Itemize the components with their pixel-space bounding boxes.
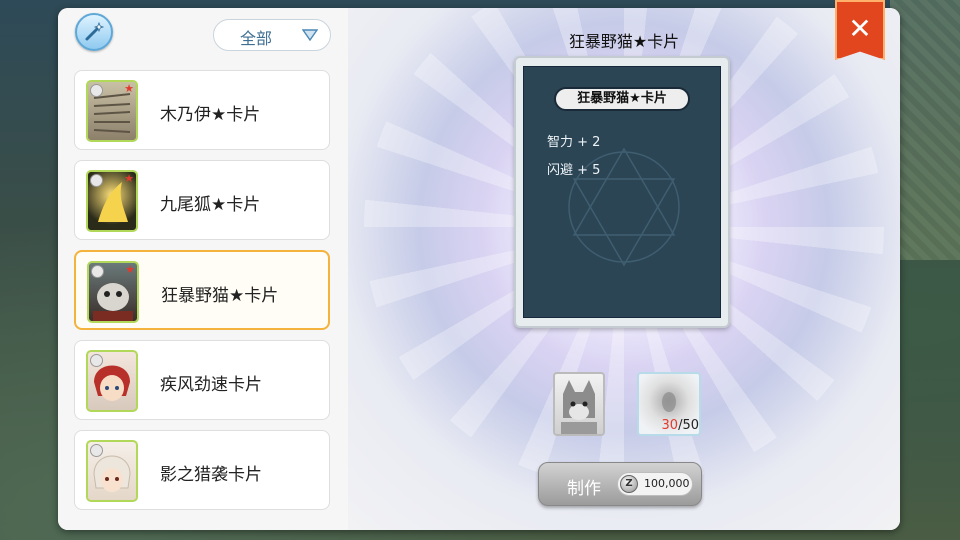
wild-cat-grey-portrait — [561, 380, 597, 434]
material-card-slot[interactable] — [553, 372, 605, 436]
card-star-icon: ★ — [125, 263, 135, 276]
element-icon — [90, 444, 103, 457]
zeny-coin-icon: Z — [620, 475, 638, 493]
nine-tail-fox-portrait: ★ — [86, 170, 138, 232]
magic-wand-button[interactable] — [75, 13, 113, 51]
close-icon: ✕ — [848, 12, 872, 45]
card-list-item-label: 影之猎袭卡片 — [160, 465, 262, 485]
element-icon — [91, 265, 104, 278]
card-list-pane: 全部 ★ 木乃伊★卡片 ★ 九尾狐★卡片 ★ 狂暴野猫★卡片 疾风劲速卡片 影之… — [58, 8, 348, 530]
close-button[interactable]: ✕ — [835, 0, 885, 60]
element-icon — [90, 84, 103, 97]
material-need: 50 — [682, 418, 699, 433]
card-list-item-nine-tail-fox[interactable]: ★ 九尾狐★卡片 — [74, 160, 330, 240]
card-star-icon: ★ — [124, 172, 134, 185]
card-list-item-shadow-hunt[interactable]: 影之猎袭卡片 — [74, 430, 330, 510]
filter-dropdown[interactable]: 全部 — [213, 19, 331, 51]
wild-cat-portrait: ★ — [87, 261, 139, 323]
white-hair-portrait — [86, 440, 138, 502]
craft-cost-value: 100,000 — [644, 477, 690, 490]
card-list-item-label: 疾风劲速卡片 — [160, 375, 262, 395]
card-list-item-label: 木乃伊★卡片 — [160, 105, 261, 125]
craft-cost: Z 100,000 — [617, 472, 693, 496]
material-count: 30/50 — [639, 418, 699, 433]
element-icon — [90, 354, 103, 367]
background-tiles — [890, 0, 960, 260]
card-star-icon: ★ — [124, 82, 134, 95]
material-shard-slot[interactable]: 30/50 — [637, 372, 701, 436]
chevron-down-icon — [302, 29, 318, 41]
mummy-portrait: ★ — [86, 80, 138, 142]
material-have: 30 — [661, 418, 679, 433]
card-list-item-label: 狂暴野猫★卡片 — [161, 286, 279, 306]
card-stat-flee: 闪避 + 5 — [547, 163, 601, 178]
card-name-banner: 狂暴野猫★卡片 — [554, 87, 690, 111]
card-face: 狂暴野猫★卡片 智力 + 2 闪避 + 5 — [523, 66, 721, 318]
card-stat-int: 智力 + 2 — [547, 135, 601, 150]
shard-icon — [662, 392, 676, 412]
card-list-item-gale-speed[interactable]: 疾风劲速卡片 — [74, 340, 330, 420]
card-list-item-wild-cat[interactable]: ★ 狂暴野猫★卡片 — [74, 250, 330, 330]
element-icon — [90, 174, 103, 187]
card-detail-pane: 狂暴野猫★卡片 狂暴野猫★卡片 智力 + 2 闪避 + 5 30/50 制作 Z… — [348, 8, 900, 530]
card-preview: 狂暴野猫★卡片 智力 + 2 闪避 + 5 — [514, 56, 730, 328]
detail-title: 狂暴野猫★卡片 — [568, 32, 680, 51]
magic-wand-icon — [85, 21, 105, 41]
card-list-item-mummy[interactable]: ★ 木乃伊★卡片 — [74, 70, 330, 150]
red-hair-portrait — [86, 350, 138, 412]
filter-label: 全部 — [240, 29, 273, 48]
card-list-item-label: 九尾狐★卡片 — [160, 195, 261, 215]
card-crafting-panel: 全部 ★ 木乃伊★卡片 ★ 九尾狐★卡片 ★ 狂暴野猫★卡片 疾风劲速卡片 影之… — [58, 8, 900, 530]
craft-button[interactable]: 制作 Z 100,000 — [538, 462, 702, 506]
craft-label: 制作 — [567, 479, 601, 499]
